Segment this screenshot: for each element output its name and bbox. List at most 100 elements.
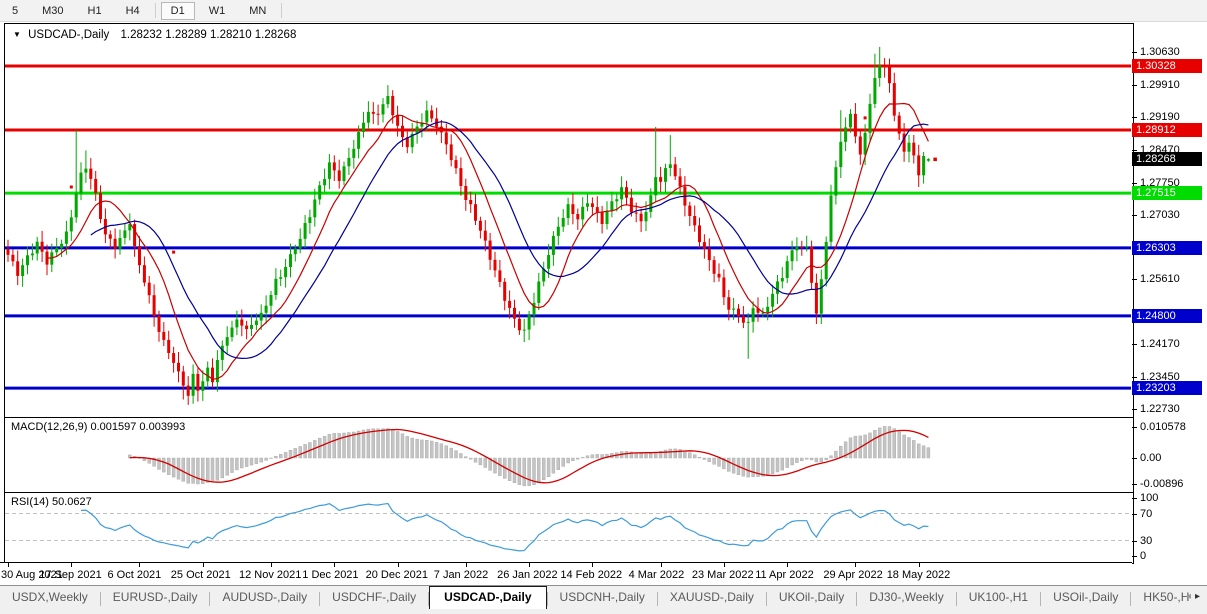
date-tick-mark <box>203 563 204 567</box>
timeframe-toolbar: 5M30 H1H4 D1W1MN <box>0 0 1207 22</box>
date-axis-label: 4 Mar 2022 <box>629 569 685 581</box>
date-tick-mark <box>592 563 593 567</box>
date-tick-mark <box>855 563 856 567</box>
symbol-tab-ukoil-daily[interactable]: UKOil-,Daily <box>767 587 856 607</box>
date-axis-label: 29 Apr 2022 <box>823 569 882 581</box>
symbol-dropdown-icon[interactable]: ▼ <box>13 30 21 39</box>
price-axis-tick: 1.29910 <box>1140 79 1180 92</box>
symbol-tab-audusd-daily[interactable]: AUDUSD-,Daily <box>210 587 319 607</box>
rsi-chart[interactable] <box>5 493 1133 561</box>
tab-scroll-arrows[interactable]: ◂▸ <box>1186 591 1204 602</box>
candlestick-series <box>7 47 930 405</box>
signal-marker <box>172 251 175 254</box>
last-price-dot <box>933 158 937 162</box>
axis-tick-mark <box>1132 215 1137 216</box>
price-axis-tick: 30 <box>1140 535 1152 548</box>
axis-tick-mark <box>1132 279 1137 280</box>
signal-marker <box>70 186 73 189</box>
chart-symbol-label: USDCAD-,Daily <box>28 29 109 41</box>
symbol-tab-usdchf-daily[interactable]: USDCHF-,Daily <box>320 587 428 607</box>
date-tick-mark <box>919 563 920 567</box>
price-line-badge: 1.26303 <box>1132 241 1202 255</box>
date-axis[interactable]: 30 Aug 202117 Sep 20216 Oct 202125 Oct 2… <box>0 562 1132 586</box>
date-axis-label: 1 Dec 2021 <box>302 569 358 581</box>
price-axis-tick: 0.00 <box>1140 452 1161 465</box>
symbol-tab-xauusd-daily[interactable]: XAUUSD-,Daily <box>658 587 766 607</box>
macd-histogram <box>128 426 930 486</box>
timeframe-button-H4[interactable]: H4 <box>116 2 150 20</box>
price-axis-tick: 0 <box>1140 550 1146 563</box>
date-tick-mark <box>334 563 335 567</box>
date-tick-mark <box>139 563 140 567</box>
rsi-line <box>81 504 928 551</box>
date-tick-mark <box>71 563 72 567</box>
timeframe-button-5[interactable]: 5 <box>2 2 28 20</box>
price-axis-tick: 0.010578 <box>1140 421 1186 434</box>
date-tick-mark <box>724 563 725 567</box>
price-axis-tick: 1.24170 <box>1140 338 1180 351</box>
price-line-badge: 1.23203 <box>1132 381 1202 395</box>
symbol-tab-dj30-weekly[interactable]: DJ30-,Weekly <box>857 587 955 607</box>
date-tick-mark <box>466 563 467 567</box>
symbol-tab-usdcad-daily[interactable]: USDCAD-,Daily <box>429 586 546 609</box>
date-axis-label: 14 Feb 2022 <box>560 569 622 581</box>
date-tick-mark <box>8 563 9 567</box>
rsi-panel[interactable]: RSI(14) 50.0627 <box>4 492 1134 564</box>
date-axis-label: 17 Sep 2021 <box>39 569 101 581</box>
axis-tick-mark <box>1132 117 1137 118</box>
date-axis-label: 12 Nov 2021 <box>239 569 301 581</box>
axis-tick-mark <box>1132 344 1137 345</box>
macd-panel[interactable]: MACD(12,26,9) 0.001597 0.003993 <box>4 417 1134 493</box>
price-axis-tick: 1.30630 <box>1140 46 1180 59</box>
date-tick-mark <box>529 563 530 567</box>
price-axis-tick: 1.27030 <box>1140 209 1180 222</box>
macd-label: MACD(12,26,9) 0.001597 0.003993 <box>11 421 185 433</box>
signal-marker <box>864 116 867 119</box>
date-axis-label: 25 Oct 2021 <box>171 569 231 581</box>
timeframe-button-W1[interactable]: W1 <box>199 2 236 20</box>
chart-title: ▼ USDCAD-,Daily 1.28232 1.28289 1.28210 … <box>13 29 296 41</box>
axis-tick-mark <box>1132 85 1137 86</box>
timeframe-button-D1[interactable]: D1 <box>161 2 195 20</box>
price-axis[interactable]: 1.306301.299101.291901.284701.277501.270… <box>1132 23 1207 563</box>
symbol-tab-bar: USDX,WeeklyEURUSD-,DailyAUDUSD-,DailyUSD… <box>0 585 1207 614</box>
date-tick-mark <box>661 563 662 567</box>
axis-tick-mark <box>1132 409 1137 410</box>
price-axis-tick: 1.25610 <box>1140 273 1180 286</box>
axis-tick-mark <box>1132 427 1137 428</box>
symbol-tab-usdx-weekly[interactable]: USDX,Weekly <box>0 587 100 607</box>
symbol-tab-uk100-h1[interactable]: UK100-,H1 <box>957 587 1040 607</box>
timeframe-button-H1[interactable]: H1 <box>78 2 112 20</box>
tab-scroll-left-icon[interactable]: ◂ <box>1186 591 1195 602</box>
price-line-badge: 1.24800 <box>1132 309 1202 323</box>
date-axis-label: 26 Jan 2022 <box>497 569 558 581</box>
price-line-badge: 1.28268 <box>1132 152 1202 166</box>
ma-fast-line <box>47 104 928 380</box>
price-axis-tick: 70 <box>1140 508 1152 521</box>
price-axis-tick: 100 <box>1140 492 1158 505</box>
date-tick-mark <box>271 563 272 567</box>
price-axis-tick: -0.00896 <box>1140 478 1183 491</box>
toolbar-separator <box>281 3 282 18</box>
symbol-tab-usdcnh-daily[interactable]: USDCNH-,Daily <box>548 587 657 607</box>
date-axis-label: 6 Oct 2021 <box>107 569 161 581</box>
axis-tick-mark <box>1132 541 1137 542</box>
date-axis-label: 11 Apr 2022 <box>755 569 814 581</box>
date-axis-label: 18 May 2022 <box>887 569 951 581</box>
candlestick-chart[interactable] <box>5 24 1133 415</box>
symbol-tab-eurusd-daily[interactable]: EURUSD-,Daily <box>101 587 210 607</box>
axis-tick-mark <box>1132 556 1137 557</box>
timeframe-button-MN[interactable]: MN <box>239 2 276 20</box>
price-line-badge: 1.27515 <box>1132 186 1202 200</box>
timeframe-button-M30[interactable]: M30 <box>32 2 73 20</box>
price-axis-tick: 1.22730 <box>1140 403 1180 416</box>
main-chart-panel[interactable]: ▼ USDCAD-,Daily 1.28232 1.28289 1.28210 … <box>4 23 1134 418</box>
date-tick-mark <box>787 563 788 567</box>
date-axis-label: 7 Jan 2022 <box>434 569 488 581</box>
tab-scroll-right-icon[interactable]: ▸ <box>1195 591 1204 602</box>
axis-tick-mark <box>1132 484 1137 485</box>
axis-tick-mark <box>1132 498 1137 499</box>
symbol-tab-usoil-daily[interactable]: USOil-,Daily <box>1041 587 1130 607</box>
toolbar-separator <box>155 3 156 18</box>
price-line-badge: 1.30328 <box>1132 59 1202 73</box>
